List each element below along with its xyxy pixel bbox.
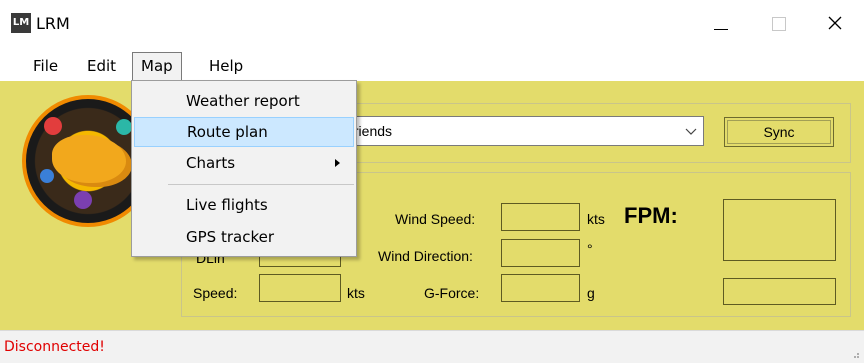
menu-separator bbox=[168, 184, 354, 185]
menu-item-weather-report[interactable]: Weather report bbox=[134, 86, 354, 116]
submenu-arrow-icon bbox=[335, 159, 340, 167]
app-icon: LM bbox=[11, 13, 31, 33]
speed-unit: kts bbox=[347, 285, 365, 301]
close-button[interactable] bbox=[806, 0, 862, 50]
g-force-field bbox=[501, 274, 580, 302]
logo-figure-blue bbox=[40, 169, 54, 183]
maximize-button[interactable] bbox=[750, 0, 806, 50]
status-bar: Disconnected! bbox=[0, 330, 864, 363]
wind-speed-label: Wind Speed: bbox=[395, 211, 476, 227]
title-bar: LM LRM bbox=[0, 0, 864, 50]
handshake-icon bbox=[52, 135, 126, 183]
logo-figure-red bbox=[44, 117, 62, 135]
resize-grip-icon[interactable] bbox=[850, 349, 860, 359]
fpm-label: FPM: bbox=[624, 203, 678, 228]
wind-speed-unit: kts bbox=[587, 211, 605, 227]
close-icon bbox=[828, 16, 842, 30]
server-select[interactable]: friends bbox=[345, 116, 704, 146]
menu-item-charts[interactable]: Charts bbox=[134, 148, 354, 178]
logo-figure-purple bbox=[74, 191, 92, 209]
menu-bar: File Edit Map Help bbox=[0, 50, 864, 81]
wind-direction-label: Wind Direction: bbox=[378, 248, 473, 264]
fpm-field bbox=[723, 199, 836, 261]
landing-rating-field bbox=[723, 278, 836, 305]
connection-status: Disconnected! bbox=[4, 339, 105, 355]
wind-speed-field bbox=[501, 203, 580, 231]
minimize-button[interactable] bbox=[694, 0, 750, 50]
g-force-label: G-Force: bbox=[424, 285, 480, 301]
logo-figure-teal bbox=[116, 119, 132, 135]
wind-direction-field bbox=[501, 239, 580, 267]
map-menu-dropdown: Weather report Route plan Charts Live fl… bbox=[131, 80, 357, 257]
menu-file[interactable]: File bbox=[25, 55, 66, 77]
menu-item-charts-label: Charts bbox=[186, 154, 236, 172]
sync-button[interactable]: Sync bbox=[724, 117, 834, 147]
speed-label: Speed: bbox=[193, 285, 238, 301]
menu-item-route-plan[interactable]: Route plan bbox=[134, 117, 354, 147]
g-force-unit: g bbox=[587, 285, 595, 301]
menu-item-live-flights[interactable]: Live flights bbox=[134, 190, 354, 220]
menu-help[interactable]: Help bbox=[201, 55, 251, 77]
menu-item-gps-tracker[interactable]: GPS tracker bbox=[134, 222, 354, 252]
menu-edit[interactable]: Edit bbox=[79, 55, 124, 77]
menu-map[interactable]: Map bbox=[132, 52, 182, 81]
wind-direction-unit: ° bbox=[587, 241, 593, 257]
speed-field bbox=[259, 274, 341, 302]
chevron-down-icon bbox=[685, 128, 697, 135]
window-title: LRM bbox=[36, 14, 70, 33]
